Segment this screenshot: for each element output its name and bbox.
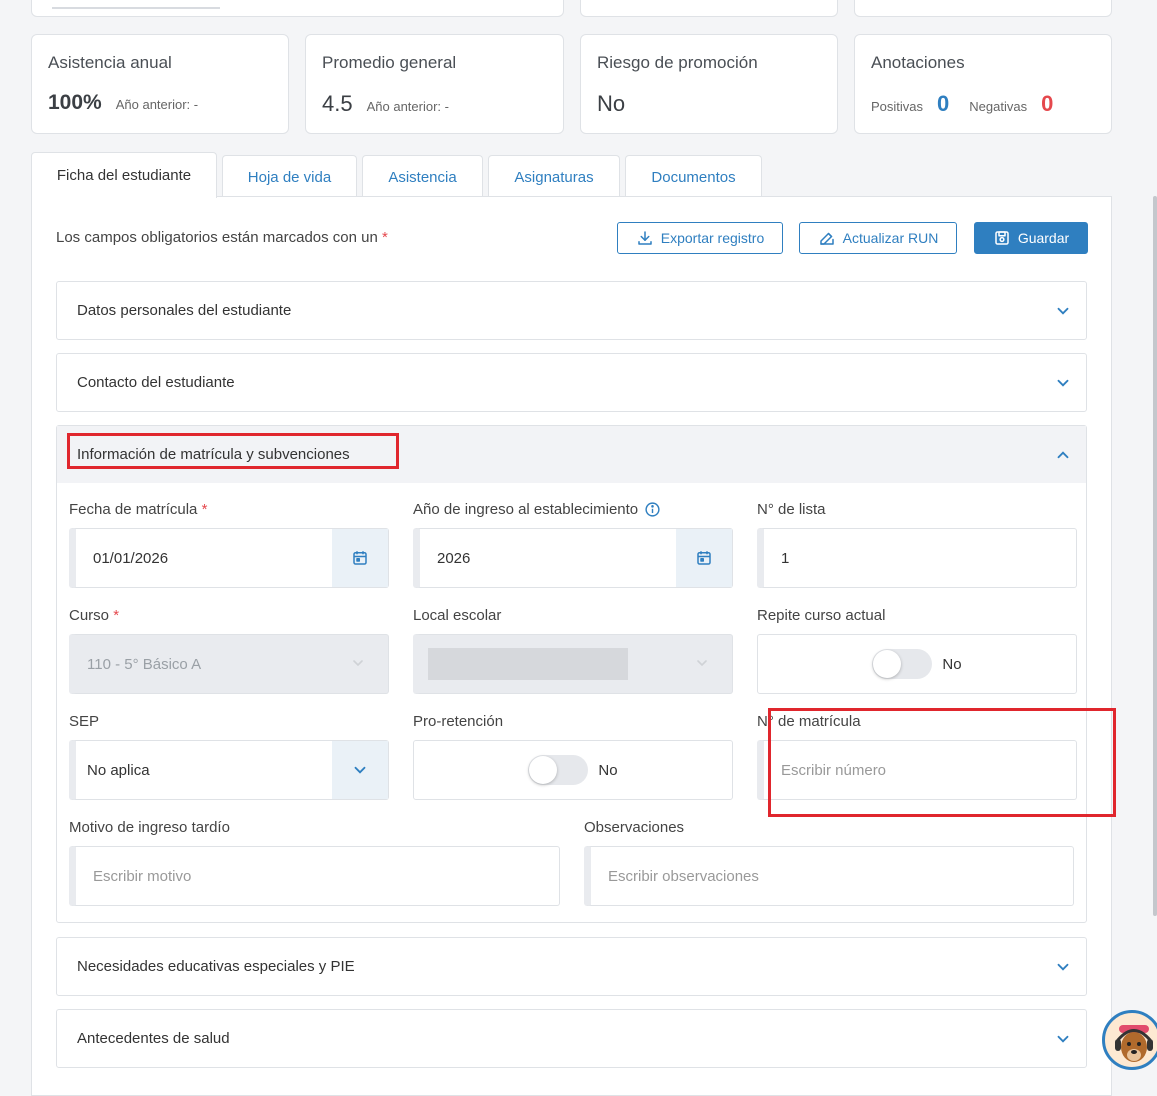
accordion-datos-personales: Datos personales del estudiante [56,281,1087,340]
chevron-down-icon [697,660,707,667]
stat-card-riesgo: Riesgo de promoción No [580,34,838,134]
calendar-icon [353,551,367,565]
stat-value: No [597,91,626,116]
curso-label: Curso * [69,607,120,624]
repite-toggle-box: No [757,634,1077,694]
stat-label: Anotaciones [871,53,965,72]
lista-label: N° de lista [757,501,826,518]
scrollbar[interactable] [1153,196,1157,916]
chevron-up-icon [1057,451,1069,459]
local-label: Local escolar [413,607,502,624]
accordion-contacto: Contacto del estudiante [56,353,1087,412]
chevron-down-icon [1057,379,1069,387]
positivas-count: 0 [937,91,950,116]
student-form-panel: Los campos obligatorios están marcados c… [31,196,1116,1096]
calendar-button[interactable] [676,529,732,587]
stat-label: Promedio general [322,53,457,72]
repite-toggle[interactable] [872,649,933,679]
tab-asistencia[interactable]: Asistencia [362,155,483,198]
accordion-header[interactable]: Necesidades educativas especiales y PIE [57,938,1086,995]
chevron-down-icon [1057,307,1069,315]
accordion-header[interactable]: Antecedentes de salud [57,1010,1086,1067]
save-button[interactable]: Guardar [974,222,1088,254]
redacted-value [428,648,628,680]
dropdown-button[interactable] [332,741,388,799]
accordion-header[interactable]: Contacto del estudiante [57,354,1086,411]
top-card [31,0,564,17]
top-cards-row [31,0,1112,18]
fecha-label: Fecha de matrícula * [69,501,208,518]
chevron-down-icon [354,766,366,774]
stat-card-asistencia: Asistencia anual 100% Año anterior: - [31,34,289,134]
stat-card-promedio: Promedio general 4.5 Año anterior: - [305,34,564,134]
download-icon [638,231,652,245]
anio-label: Año de ingreso al establecimiento [413,501,661,518]
assistant-avatar[interactable] [1102,1010,1157,1070]
tab-ficha[interactable]: Ficha del estudiante [31,152,217,198]
negativas-count: 0 [1041,91,1054,116]
top-card [580,0,838,17]
chevron-down-icon [1057,963,1069,971]
motivo-label: Motivo de ingreso tardío [69,819,230,836]
accordion-header[interactable]: Información de matrícula y subvenciones [57,426,1086,483]
dog-avatar-icon [1115,1025,1153,1062]
motivo-input[interactable]: Escribir motivo [69,846,560,906]
calendar-icon [697,551,711,565]
proret-toggle-box: No [413,740,733,800]
sep-select[interactable]: No aplica [69,740,389,800]
top-card [854,0,1112,17]
stat-label: Riesgo de promoción [597,53,758,72]
info-icon[interactable] [644,501,661,518]
repite-label: Repite curso actual [757,607,886,624]
accordion-header[interactable]: Datos personales del estudiante [57,282,1086,339]
obs-label: Observaciones [584,819,685,836]
export-button[interactable]: Exportar registro [617,222,783,254]
stat-label: Asistencia anual [48,53,172,72]
highlight-box [768,708,1116,817]
accordion-salud: Antecedentes de salud [56,1009,1087,1068]
highlight-box [67,433,399,469]
anio-input[interactable]: 2026 [413,528,733,588]
edit-icon [819,232,834,245]
chevron-down-icon [1057,1035,1069,1043]
accordion-matricula: Información de matrícula y subvenciones … [56,425,1116,923]
save-icon [995,231,1009,245]
accordion-nee: Necesidades educativas especiales y PIE [56,937,1087,996]
stat-prev: Año anterior: - [366,99,449,114]
obs-input[interactable]: Escribir observaciones [584,846,1074,906]
stats-row: Asistencia anual 100% Año anterior: - Pr… [31,34,1112,134]
stat-prev: Año anterior: - [115,97,199,112]
update-run-button[interactable]: Actualizar RUN [799,222,957,254]
proret-toggle[interactable] [528,755,589,785]
chevron-down-icon [353,660,363,667]
stat-value: 100% [48,91,102,114]
tab-asignaturas[interactable]: Asignaturas [488,155,620,198]
tab-hoja-de-vida[interactable]: Hoja de vida [222,155,357,198]
lista-input[interactable]: 1 [757,528,1077,588]
sep-label: SEP [69,713,100,730]
fecha-input[interactable]: 01/01/2026 [69,528,389,588]
calendar-button[interactable] [332,529,388,587]
stat-value: 4.5 [322,91,353,116]
required-note: Los campos obligatorios están marcados c… [56,229,388,246]
proret-label: Pro-retención [413,713,504,730]
tab-documentos[interactable]: Documentos [625,155,762,198]
local-select [413,634,733,694]
curso-select: 110 - 5° Básico A [69,634,389,694]
stat-card-anotaciones: Anotaciones Positivas 0 Negativas 0 [854,34,1112,134]
negativas-label: Negativas [969,99,1028,114]
positivas-label: Positivas [871,99,924,114]
